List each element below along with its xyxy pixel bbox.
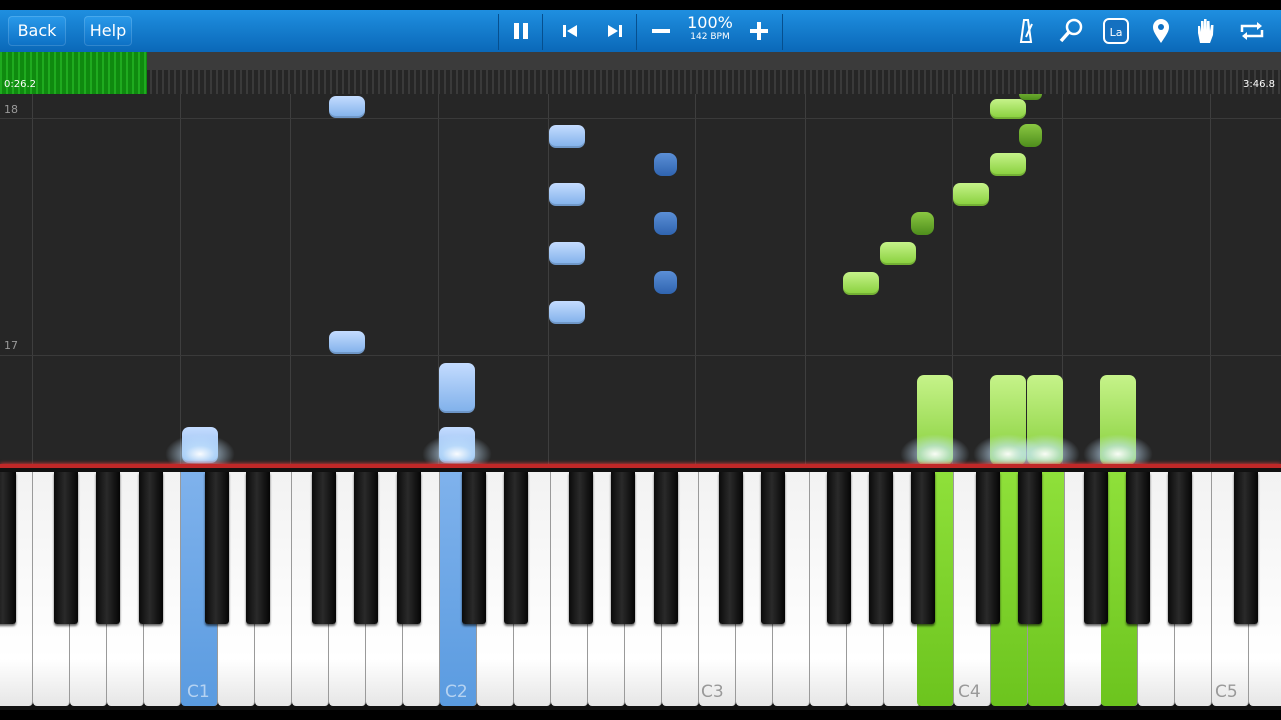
divider xyxy=(498,14,499,50)
gridline xyxy=(32,94,33,466)
pause-icon[interactable] xyxy=(505,15,537,47)
note-left-hand-sharp xyxy=(654,271,677,294)
location-pin-icon[interactable] xyxy=(1145,15,1177,47)
black-key[interactable] xyxy=(569,472,593,624)
timeline-scrubber[interactable]: 0:26.2 3:46.8 xyxy=(0,52,1281,94)
divider xyxy=(636,14,637,50)
hit-sparkle xyxy=(1083,434,1153,466)
black-key[interactable] xyxy=(397,472,421,624)
octave-label: C2 xyxy=(445,682,468,702)
synthesia-app: Back Help 100% 142 BPM La 0:26.2 3:46.8 … xyxy=(0,0,1281,720)
note-left-hand-sharp xyxy=(654,212,677,235)
octave-label: C5 xyxy=(1215,682,1238,702)
note-right-hand-sharp xyxy=(1019,124,1042,147)
note-left-hand xyxy=(329,331,365,354)
black-key[interactable] xyxy=(504,472,528,624)
total-time: 3:46.8 xyxy=(1243,79,1275,90)
gridline xyxy=(805,94,806,466)
speed-display: 100% 142 BPM xyxy=(682,14,738,48)
hand-icon[interactable] xyxy=(1190,15,1222,47)
black-key[interactable] xyxy=(312,472,336,624)
toolbar: Back Help 100% 142 BPM La xyxy=(0,10,1281,53)
note-right-hand xyxy=(880,242,916,265)
gridline xyxy=(548,94,549,466)
black-key[interactable] xyxy=(354,472,378,624)
black-key[interactable] xyxy=(54,472,78,624)
hit-sparkle xyxy=(165,434,235,466)
previous-icon[interactable] xyxy=(554,15,586,47)
note-labels-icon[interactable]: La xyxy=(1100,15,1132,47)
note-left-hand xyxy=(329,96,365,118)
gridline xyxy=(1210,94,1211,466)
black-key[interactable] xyxy=(911,472,935,624)
help-button[interactable]: Help xyxy=(84,16,132,46)
tempo-bpm: 142 BPM xyxy=(690,32,730,42)
black-key[interactable] xyxy=(1084,472,1108,624)
hit-sparkle xyxy=(1010,434,1080,466)
current-time: 0:26.2 xyxy=(4,79,36,90)
piano-keyboard[interactable]: C1 C2 C3 C4 C5 xyxy=(0,468,1281,710)
note-right-hand xyxy=(843,272,879,295)
black-key[interactable] xyxy=(139,472,163,624)
note-right-hand-sharp xyxy=(911,212,934,235)
divider xyxy=(542,14,543,50)
note-right-hand xyxy=(990,153,1026,176)
timeline-track xyxy=(0,52,1281,70)
note-left-hand xyxy=(549,125,585,148)
measure-line xyxy=(0,118,1281,119)
note-right-hand-sharp xyxy=(1019,94,1042,100)
metronome-icon[interactable] xyxy=(1010,15,1042,47)
gridline xyxy=(180,94,181,466)
note-right-hand xyxy=(990,99,1026,119)
black-key[interactable] xyxy=(654,472,678,624)
black-key[interactable] xyxy=(869,472,893,624)
black-key[interactable] xyxy=(1168,472,1192,624)
measure-line xyxy=(0,355,1281,356)
back-button[interactable]: Back xyxy=(8,16,66,46)
plus-icon[interactable] xyxy=(743,15,775,47)
next-icon[interactable] xyxy=(599,15,631,47)
note-left-hand xyxy=(439,363,475,413)
octave-label: C3 xyxy=(701,682,724,702)
octave-label: C1 xyxy=(187,682,210,702)
black-key[interactable] xyxy=(246,472,270,624)
black-key[interactable] xyxy=(611,472,635,624)
black-key[interactable] xyxy=(719,472,743,624)
black-key[interactable] xyxy=(462,472,486,624)
note-left-hand xyxy=(549,301,585,324)
black-key[interactable] xyxy=(827,472,851,624)
black-key[interactable] xyxy=(1234,472,1258,624)
octave-label: C4 xyxy=(958,682,981,702)
black-key[interactable] xyxy=(205,472,229,624)
loop-icon[interactable] xyxy=(1236,15,1268,47)
black-key[interactable] xyxy=(0,472,16,624)
note-left-hand-sharp xyxy=(654,153,677,176)
hit-sparkle xyxy=(900,434,970,466)
note-labels-glyph: La xyxy=(1110,26,1123,39)
zoom-icon[interactable] xyxy=(1055,15,1087,47)
black-key[interactable] xyxy=(96,472,120,624)
note-left-hand xyxy=(549,183,585,206)
hit-sparkle xyxy=(422,434,492,466)
falling-notes-roll: 18 17 xyxy=(0,94,1281,466)
black-key[interactable] xyxy=(1126,472,1150,624)
note-right-hand xyxy=(953,183,989,206)
gridline xyxy=(438,94,439,466)
black-key[interactable] xyxy=(761,472,785,624)
minus-icon[interactable] xyxy=(645,15,677,47)
gridline xyxy=(695,94,696,466)
black-key[interactable] xyxy=(976,472,1000,624)
measure-number: 17 xyxy=(4,339,18,352)
speed-percent: 100% xyxy=(687,13,733,32)
measure-number: 18 xyxy=(4,103,18,116)
note-left-hand xyxy=(549,242,585,265)
black-key[interactable] xyxy=(1018,472,1042,624)
divider xyxy=(782,14,783,50)
gridline xyxy=(290,94,291,466)
